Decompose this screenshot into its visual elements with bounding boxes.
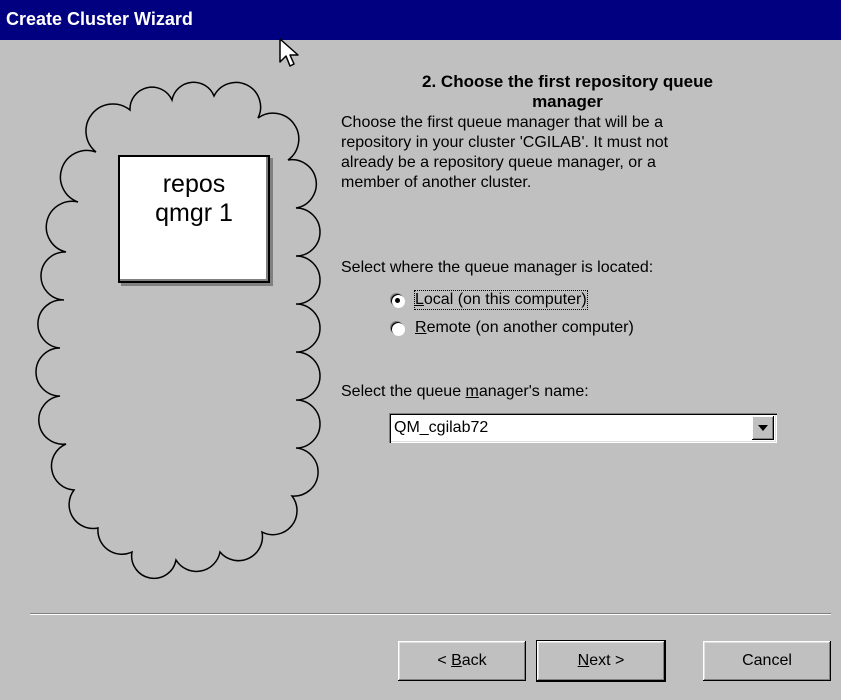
- radio-remote-label[interactable]: Remote (on another computer): [415, 319, 634, 337]
- queue-manager-name-label: Select the queue manager's name:: [341, 383, 589, 400]
- cancel-button[interactable]: Cancel: [703, 641, 831, 681]
- step-heading: 2. Choose the first repository queue man…: [345, 72, 790, 112]
- queue-manager-box: repos qmgr 1: [118, 155, 270, 283]
- radio-local[interactable]: Local (on this computer): [391, 289, 588, 311]
- next-button[interactable]: Next >: [536, 640, 666, 682]
- description-line: already be a repository queue manager, o…: [341, 154, 656, 171]
- radio-remote[interactable]: Remote (on another computer): [391, 317, 634, 339]
- dropdown-arrow-icon[interactable]: [752, 416, 774, 440]
- description-line: member of another cluster.: [341, 174, 532, 191]
- box-label-line2: qmgr 1: [155, 199, 233, 227]
- queue-manager-select-value: QM_cgilab72: [394, 419, 489, 436]
- radio-local-label[interactable]: Local (on this computer): [414, 290, 588, 310]
- radio-local-button[interactable]: [391, 293, 404, 307]
- back-button[interactable]: < Back: [398, 641, 526, 681]
- window-title: Create Cluster Wizard: [6, 9, 193, 29]
- queue-manager-select[interactable]: QM_cgilab72: [389, 413, 777, 443]
- wizard-dialog: repos qmgr 1 2. Choose the first reposit…: [0, 40, 841, 700]
- location-label: Select where the queue manager is locate…: [341, 259, 654, 276]
- arrow-pointer-icon: [279, 38, 299, 67]
- title-bar[interactable]: Create Cluster Wizard: [0, 0, 841, 40]
- radio-remote-button[interactable]: [391, 321, 404, 335]
- box-label-line1: repos: [162, 170, 226, 198]
- cloud-illustration: [35, 81, 321, 580]
- description-line: repository in your cluster 'CGILAB'. It …: [341, 134, 669, 151]
- step-heading-line1: 2. Choose the first repository queue: [422, 72, 713, 91]
- step-description: Choose the first queue manager that will…: [341, 113, 801, 193]
- description-line: Choose the first queue manager that will…: [341, 114, 663, 131]
- step-heading-line2: manager: [532, 92, 603, 111]
- separator: [30, 613, 831, 615]
